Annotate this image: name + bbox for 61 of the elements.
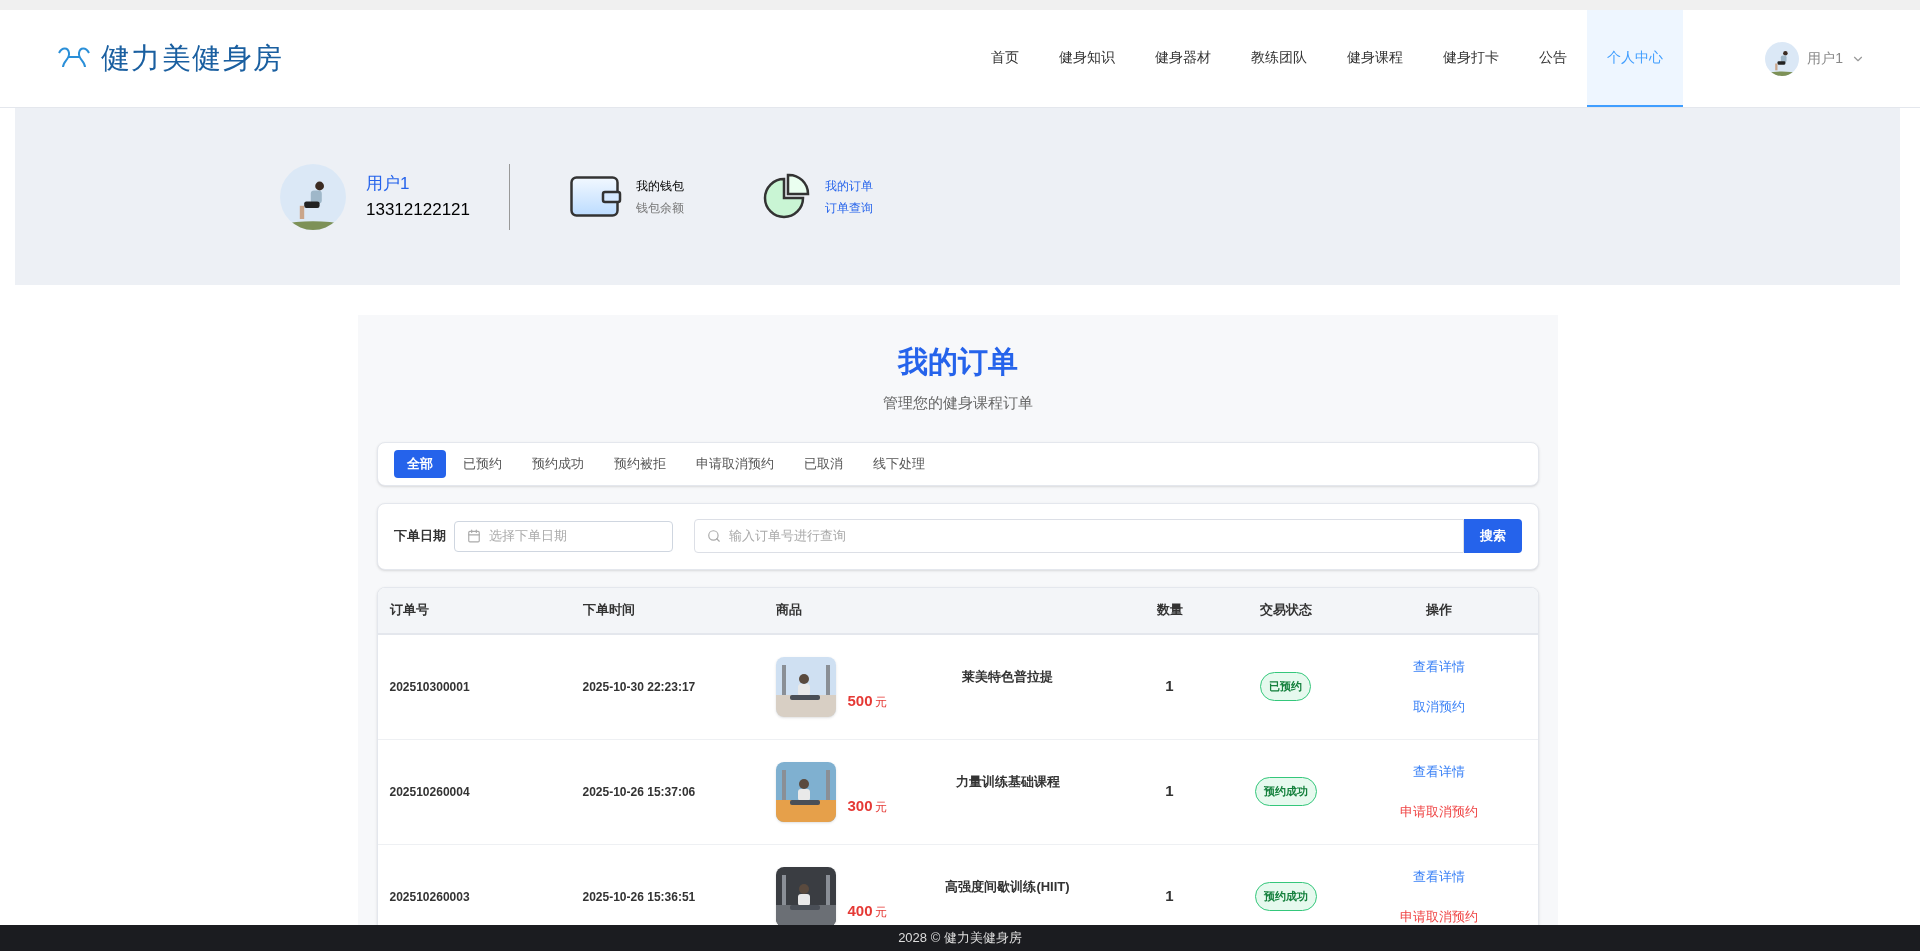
nav-link[interactable]: 健身器材 <box>1135 10 1232 107</box>
column-header: 订单号 <box>388 601 430 620</box>
order-time: 2025-10-26 15:37:06 <box>581 783 697 801</box>
filter-tab[interactable]: 预约成功 <box>518 449 597 478</box>
order-number: 202510260004 <box>388 783 471 801</box>
filter-tab[interactable]: 全部 <box>393 449 446 478</box>
filter-tab[interactable]: 线下处理 <box>859 449 938 478</box>
filter-tab[interactable]: 预约被拒 <box>600 449 679 478</box>
date-label: 下单日期 <box>393 527 446 546</box>
search-icon <box>706 529 721 543</box>
price: 400 元 <box>847 901 887 922</box>
product-name: 莱美特色普拉提 <box>961 667 1054 686</box>
price: 500 元 <box>847 691 887 712</box>
pie-chart-icon[interactable] <box>763 172 811 221</box>
quantity: 1 <box>1164 886 1175 907</box>
user-name[interactable]: 用户1 <box>1807 48 1843 69</box>
column-header: 数量 <box>1155 601 1184 620</box>
action-link[interactable]: 取消预约 <box>1413 696 1465 716</box>
footer-text: 2028 © 健力美健身房 <box>898 929 1022 948</box>
action-link[interactable]: 申请取消预约 <box>1400 906 1478 926</box>
wallet-icon[interactable] <box>570 175 622 218</box>
action-link[interactable]: 查看详情 <box>1413 867 1465 887</box>
status-badge: 预约成功 <box>1254 882 1317 911</box>
orders-link[interactable]: 我的订单 <box>825 176 873 195</box>
page-subtitle: 管理您的健身课程订单 <box>881 393 1034 413</box>
action-link[interactable]: 查看详情 <box>1413 762 1465 782</box>
column-header: 操作 <box>1425 601 1453 620</box>
column-header: 商品 <box>774 601 803 620</box>
nav-link[interactable]: 健身知识 <box>1039 10 1136 107</box>
nav-link[interactable]: 公告 <box>1519 10 1588 107</box>
status-badge: 预约成功 <box>1254 777 1317 806</box>
search-button[interactable]: 搜索 <box>1463 519 1522 553</box>
nav-link[interactable]: 健身打卡 <box>1423 10 1520 107</box>
calendar-icon <box>466 529 481 543</box>
status-badge: 已预约 <box>1260 672 1311 701</box>
action-link[interactable]: 申请取消预约 <box>1400 801 1478 821</box>
price: 300 元 <box>847 796 887 817</box>
order-number: 202510260003 <box>388 888 471 906</box>
action-link[interactable]: 查看详情 <box>1413 657 1465 677</box>
order-number: 202510300001 <box>388 678 471 696</box>
quantity: 1 <box>1164 781 1175 802</box>
product-name: 高强度间歇训练(HIIT) <box>944 877 1071 896</box>
page-title: 我的订单 <box>896 344 1019 380</box>
filter-tab[interactable]: 申请取消预约 <box>682 449 787 478</box>
orders-query-link[interactable]: 订单查询 <box>825 198 873 217</box>
filter-tab[interactable]: 已预约 <box>449 449 515 478</box>
wallet-title[interactable]: 我的钱包 <box>636 176 731 195</box>
product-name: 力量训练基础课程 <box>954 772 1061 791</box>
order-time: 2025-10-26 15:36:51 <box>581 888 697 906</box>
profile-name: 用户1 <box>366 173 411 195</box>
quantity: 1 <box>1164 676 1175 697</box>
nav-link[interactable]: 健身课程 <box>1327 10 1424 107</box>
wallet-subtitle: 钱包余额 <box>636 199 685 217</box>
filter-tab[interactable]: 已取消 <box>790 449 856 478</box>
nav-link[interactable]: 教练团队 <box>1231 10 1328 107</box>
profile-phone: 13312122121 <box>366 198 471 221</box>
column-header: 交易状态 <box>1258 601 1313 620</box>
nav-link[interactable]: 首页 <box>971 10 1040 107</box>
order-time: 2025-10-30 22:23:17 <box>581 678 697 696</box>
site-logo[interactable]: 健力美健身房 <box>101 36 284 81</box>
column-header: 下单时间 <box>581 601 636 620</box>
